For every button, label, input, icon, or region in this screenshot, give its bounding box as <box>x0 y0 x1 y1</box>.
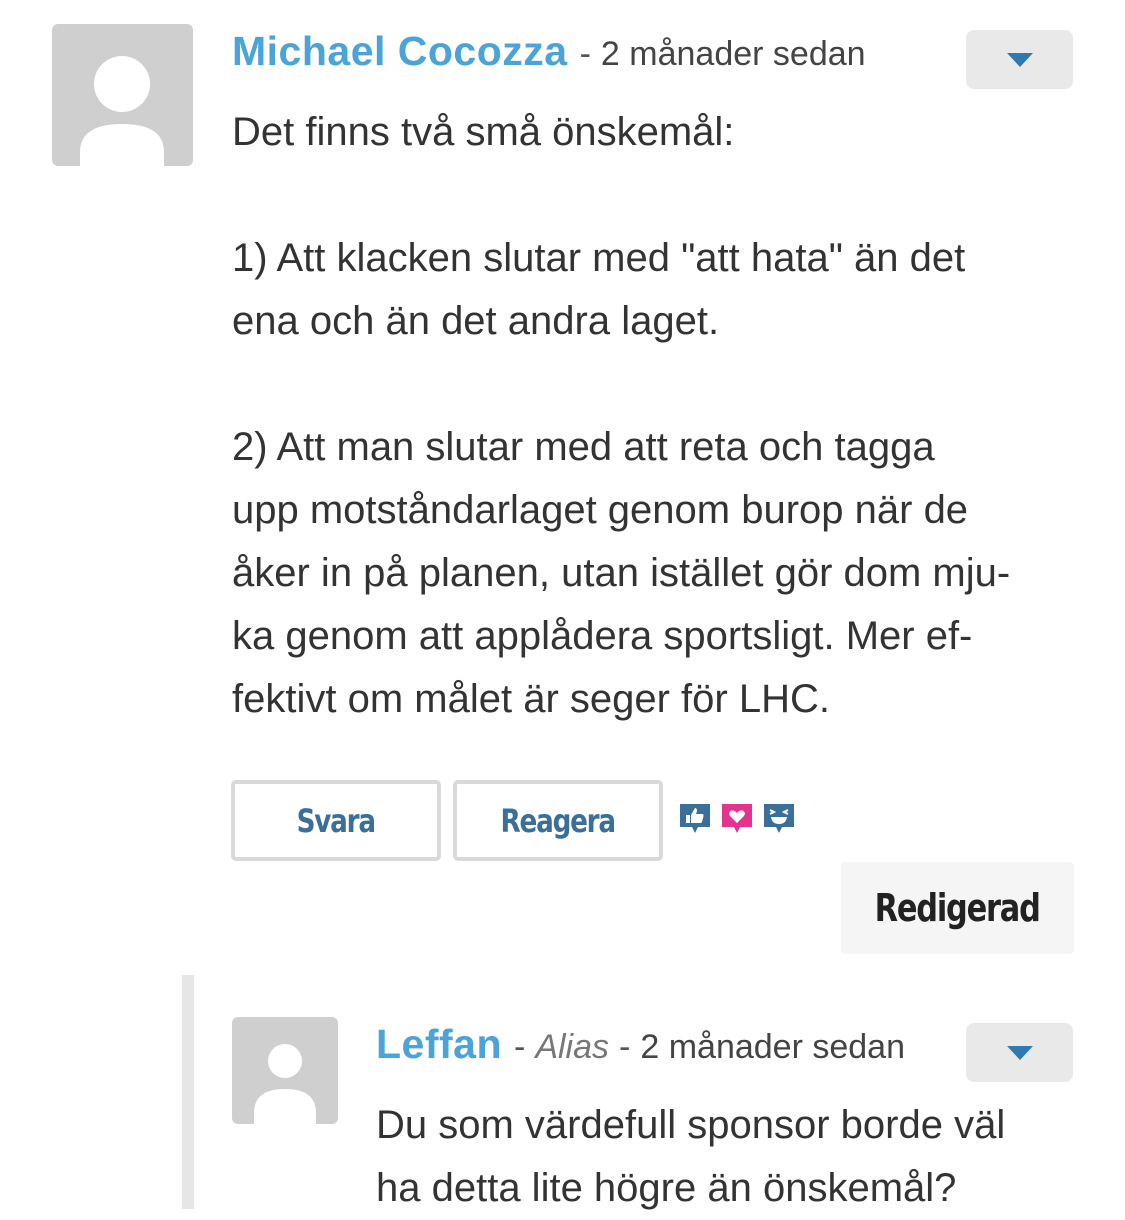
comment-line: åker in på planen, utan istället gör dom… <box>232 551 1011 595</box>
comment-line: ha detta lite högre än önskemål? <box>376 1166 957 1210</box>
comment-header: Michael Cocozza - 2 månader sedan <box>232 28 866 84</box>
timestamp[interactable]: 2 månader sedan <box>640 1028 905 1067</box>
comment-line: ena och än det andra laget. <box>232 299 720 343</box>
comment-body: Du som värdefull sponsor borde väl ha de… <box>376 1094 1005 1220</box>
comment-line: Du som värdefull sponsor borde väl <box>376 1103 1006 1147</box>
reply-button-label: Svara <box>296 801 376 840</box>
react-button-label: Reagera <box>500 801 617 840</box>
comment-menu-button[interactable] <box>966 1023 1073 1082</box>
react-button[interactable]: Reagera <box>453 780 663 861</box>
comment-body: Det finns två små önskemål: 1) Att klack… <box>232 101 1010 731</box>
separator: - <box>619 1028 631 1066</box>
reply-button[interactable]: Svara <box>231 780 441 861</box>
timestamp[interactable]: 2 månader sedan <box>601 35 866 74</box>
avatar[interactable] <box>232 1017 338 1124</box>
comment-paragraph: Det finns två små önskemål: <box>232 101 1010 164</box>
separator: - <box>514 1028 526 1066</box>
comment-header: Leffan - Alias - 2 månader sedan <box>376 1021 905 1077</box>
edited-label: Redigerad <box>874 886 1041 930</box>
chevron-down-icon <box>1006 1045 1033 1060</box>
laugh-icon[interactable] <box>762 802 796 836</box>
chevron-down-icon <box>1006 52 1033 67</box>
comment-line: ka genom att applådera sportsligt. Mer e… <box>232 614 973 658</box>
user-silhouette-icon <box>80 56 164 166</box>
thumbs-up-icon[interactable] <box>678 802 712 836</box>
comment-paragraph: 2) Att man slutar med att reta och tagga… <box>232 416 1010 731</box>
comment-line: 2) Att man slutar med att reta och tagga <box>232 425 935 469</box>
comment-line: 1) Att klacken slutar med "att hata" än … <box>232 236 966 280</box>
heart-icon[interactable] <box>720 802 754 836</box>
edited-badge: Redigerad <box>841 862 1074 954</box>
separator: - <box>579 35 591 73</box>
author-name[interactable]: Michael Cocozza <box>232 28 568 75</box>
author-name[interactable]: Leffan <box>376 1021 502 1068</box>
comment-line: fektivt om målet är seger för LHC. <box>232 677 830 721</box>
comment-line: Det finns två små önskemål: <box>232 110 735 154</box>
comment-line: upp motståndarlaget genom burop när de <box>232 488 969 532</box>
alias-label: Alias <box>535 1028 610 1066</box>
thread-indent-line <box>182 975 194 1209</box>
comment-paragraph: 1) Att klacken slutar med "att hata" än … <box>232 227 1010 353</box>
avatar[interactable] <box>52 24 193 166</box>
comment-menu-button[interactable] <box>966 30 1073 89</box>
user-silhouette-icon <box>254 1044 316 1124</box>
